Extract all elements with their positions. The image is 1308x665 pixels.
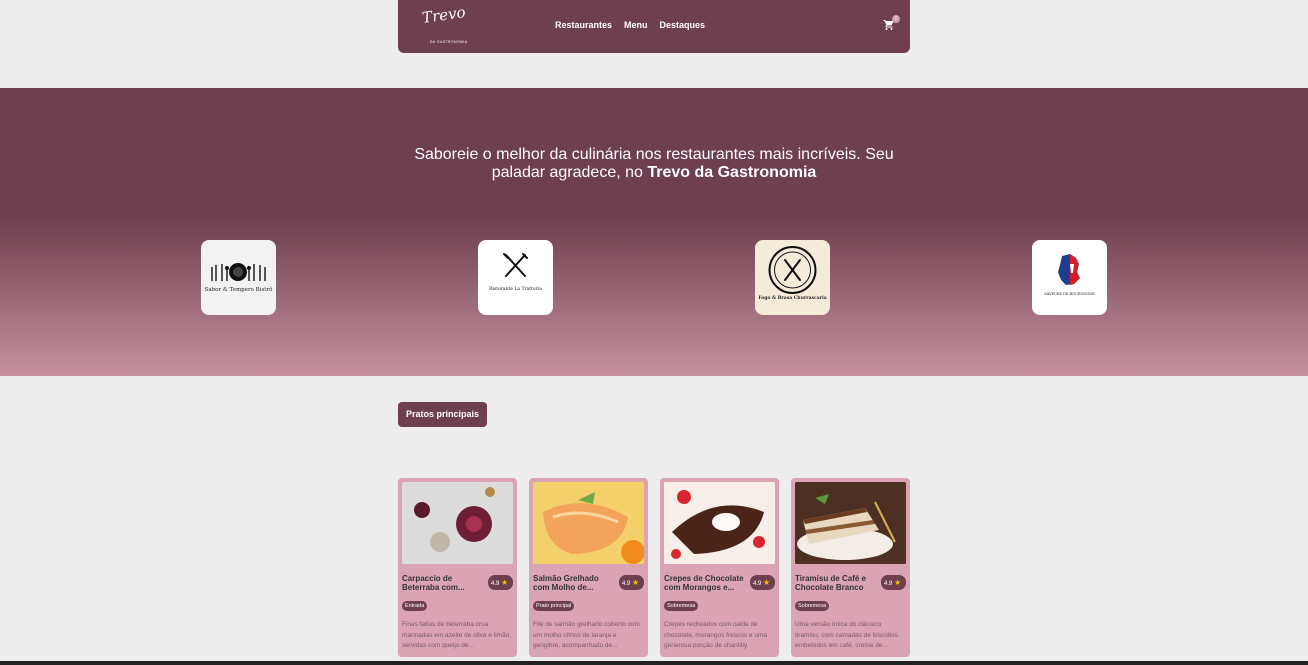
dish-category-tag: Sobremesa bbox=[795, 601, 830, 611]
nav-destaques[interactable]: Destaques bbox=[660, 20, 706, 30]
cart-count-badge: 0 bbox=[892, 15, 900, 23]
dish-title: Salmão Grelhado com Molho de... bbox=[533, 574, 599, 592]
rating-value: 4.9 bbox=[622, 581, 631, 587]
dish-rating: 4.9 ★ bbox=[750, 575, 775, 590]
dish-rating: 4.9 ★ bbox=[619, 575, 644, 590]
top-header: Trevo DA GASTRONOMIA Restaurantes Menu D… bbox=[398, 0, 910, 53]
dish-image bbox=[533, 482, 644, 564]
dish-image bbox=[664, 482, 775, 564]
restaurant-name: SAVEURS DE BOURGOGNE bbox=[1044, 292, 1095, 296]
star-icon: ★ bbox=[501, 578, 509, 587]
dish-image bbox=[795, 482, 906, 564]
brand-subtitle: DA GASTRONOMIA bbox=[430, 40, 468, 44]
dish-rating: 4.9 ★ bbox=[881, 575, 906, 590]
brand-script: Trevo bbox=[420, 3, 467, 27]
dish-card-carpaccio[interactable]: Carpaccio de Beterraba com... 4.9 ★ Entr… bbox=[398, 478, 517, 657]
dish-card-tiramisu[interactable]: Tiramisu de Café e Chocolate Branco 4.9 … bbox=[791, 478, 910, 657]
dish-title: Crepes de Chocolate com Morangos e... bbox=[664, 574, 744, 592]
restaurant-name: Fogo & Brasa Churrascaria bbox=[758, 296, 827, 301]
main-nav: Restaurantes Menu Destaques bbox=[555, 20, 705, 30]
dish-title: Carpaccio de Beterraba com... bbox=[402, 574, 465, 592]
cart-button[interactable]: 0 bbox=[883, 15, 900, 32]
dish-description: Crepes recheados com calda de chocolate,… bbox=[664, 621, 767, 649]
dish-category-tag: Entrada bbox=[402, 601, 428, 611]
rating-value: 4.9 bbox=[753, 581, 762, 587]
fork-knife-icon bbox=[503, 253, 528, 277]
dish-description: Finas fatias de beterraba crua marinadas… bbox=[402, 621, 512, 649]
tab-pratos-principais[interactable]: Pratos principais bbox=[398, 402, 487, 427]
star-icon: ★ bbox=[763, 578, 771, 587]
dish-category-tag: Sobremesa bbox=[664, 601, 699, 611]
brand-logo[interactable]: Trevo DA GASTRONOMIA bbox=[420, 3, 467, 44]
dish-title: Tiramisu de Café e Chocolate Branco bbox=[795, 574, 866, 592]
hero-tagline: Saboreie o melhor da culinária nos resta… bbox=[404, 146, 904, 182]
france-map-icon bbox=[1058, 254, 1080, 285]
dish-category-tag: Prato principal bbox=[533, 601, 575, 611]
star-icon: ★ bbox=[632, 578, 640, 587]
restaurant-name: Ristorante La Trattoria bbox=[489, 287, 542, 292]
dish-card-crepes[interactable]: Crepes de Chocolate com Morangos e... 4.… bbox=[660, 478, 779, 657]
dish-image bbox=[402, 482, 513, 564]
restaurant-card-sabor-tempero[interactable]: Sabor & Tempero Bistrô bbox=[201, 240, 276, 315]
dish-description: Filé de salmão grelhado coberto com um m… bbox=[533, 621, 640, 649]
nav-restaurantes[interactable]: Restaurantes bbox=[555, 20, 612, 30]
restaurant-name: Sabor & Tempero Bistrô bbox=[204, 287, 273, 293]
rating-value: 4.9 bbox=[491, 581, 500, 587]
nav-menu[interactable]: Menu bbox=[624, 20, 648, 30]
hero-banner: Saboreie o melhor da culinária nos resta… bbox=[0, 88, 1308, 376]
restaurant-card-la-trattoria[interactable]: Ristorante La Trattoria bbox=[478, 240, 553, 315]
restaurant-card-fogo-brasa[interactable]: Fogo & Brasa Churrascaria bbox=[755, 240, 830, 315]
dish-rating: 4.9 ★ bbox=[488, 575, 513, 590]
rating-value: 4.9 bbox=[884, 581, 893, 587]
hero-text-bold: Trevo da Gastronomia bbox=[647, 164, 817, 181]
plate-circle-icon bbox=[768, 246, 817, 294]
bottom-divider bbox=[0, 661, 1308, 665]
dish-description: Uma versão única do clássico tiramisu, c… bbox=[795, 621, 898, 649]
cutlery-plate-icon bbox=[211, 263, 266, 281]
restaurant-card-saveurs-bourgogne[interactable]: SAVEURS DE BOURGOGNE bbox=[1032, 240, 1107, 315]
dish-card-salmao[interactable]: Salmão Grelhado com Molho de... 4.9 ★ Pr… bbox=[529, 478, 648, 657]
star-icon: ★ bbox=[894, 578, 902, 587]
